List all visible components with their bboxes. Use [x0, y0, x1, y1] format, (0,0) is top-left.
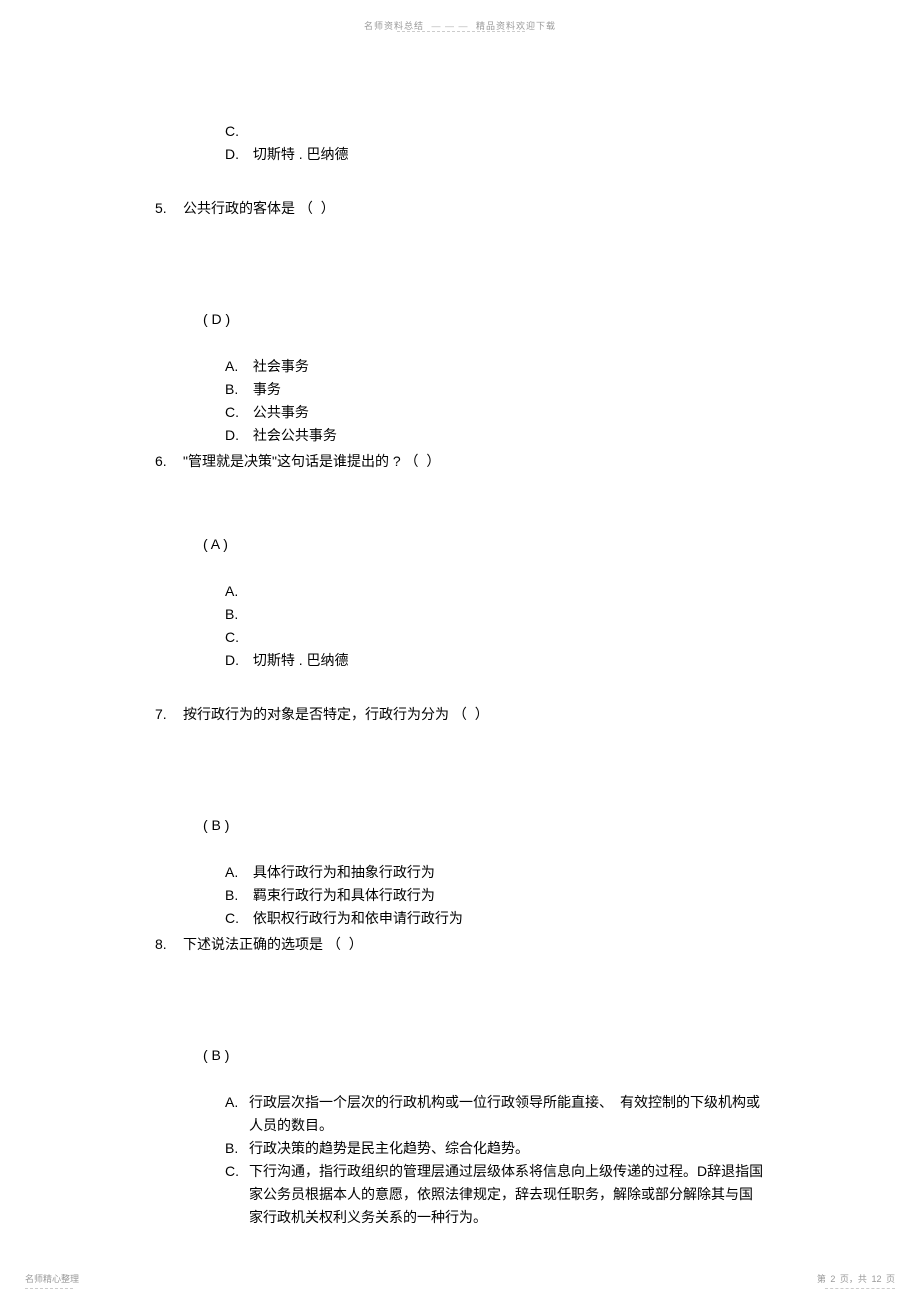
answer-8: ( B ) [203, 1047, 765, 1063]
answer-6: ( A ) [203, 536, 765, 552]
option-d: D. 切斯特 . 巴纳德 [225, 143, 765, 165]
header-right: 精品资料欢迎下载 [476, 21, 556, 31]
q7-option-b: B. 羁束行政行为和具体行政行为 [225, 884, 765, 906]
q8-option-a: A. 行政层次指一个层次的行政机构或一位行政领导所能直接、 有效控制的下级机构或… [225, 1091, 765, 1137]
answer-5: ( D ) [203, 311, 765, 327]
question-8: 8. 下述说法正确的选项是 （ ） [155, 933, 765, 955]
q7-option-a: A. 具体行政行为和抽象行政行为 [225, 861, 765, 883]
q6-options: A. B. C. D. 切斯特 . 巴纳德 [225, 580, 765, 671]
q5-options: A. 社会事务 B. 事务 C. 公共事务 D. 社会公共事务 [225, 355, 765, 446]
q5-option-b: B. 事务 [225, 378, 765, 400]
intro-options: C. D. 切斯特 . 巴纳德 [225, 120, 765, 165]
footer-left: 名师精心整理 [25, 1272, 79, 1285]
q6-option-a: A. [225, 580, 765, 602]
question-7: 7. 按行政行为的对象是否特定，行政行为分为 （ ） [155, 703, 765, 725]
header-left: 名师资料总结 [364, 21, 424, 31]
q6-option-d: D. 切斯特 . 巴纳德 [225, 649, 765, 671]
q5-option-d: D. 社会公共事务 [225, 424, 765, 446]
q6-option-c: C. [225, 626, 765, 648]
q6-option-b: B. [225, 603, 765, 625]
question-5: 5. 公共行政的客体是 （ ） [155, 197, 765, 219]
q5-option-a: A. 社会事务 [225, 355, 765, 377]
q8-options: A. 行政层次指一个层次的行政机构或一位行政领导所能直接、 有效控制的下级机构或… [225, 1091, 765, 1229]
option-c-empty: C. [225, 120, 765, 142]
q5-option-c: C. 公共事务 [225, 401, 765, 423]
answer-7: ( B ) [203, 817, 765, 833]
q7-option-c: C. 依职权行政行为和依申请行政行为 [225, 907, 765, 929]
q8-option-c: C. 下行沟通，指行政组织的管理层通过层级体系将信息向上级传递的过程。D辞退指国… [225, 1160, 765, 1229]
q7-options: A. 具体行政行为和抽象行政行为 B. 羁束行政行为和具体行政行为 C. 依职权… [225, 861, 765, 929]
main-content: C. D. 切斯特 . 巴纳德 5. 公共行政的客体是 （ ） ( D ) A.… [155, 120, 765, 1229]
footer-right-underline [825, 1288, 895, 1289]
q8-option-b: B. 行政决策的趋势是民主化趋势、综合化趋势。 [225, 1137, 765, 1160]
header-separator: — — — [431, 21, 468, 31]
question-6: 6. "管理就是决策"这句话是谁提出的 ? （ ） [155, 450, 765, 472]
header-underline [397, 31, 525, 32]
footer-left-underline [25, 1288, 73, 1289]
footer-right: 第 2 页，共 12 页 [817, 1272, 895, 1285]
